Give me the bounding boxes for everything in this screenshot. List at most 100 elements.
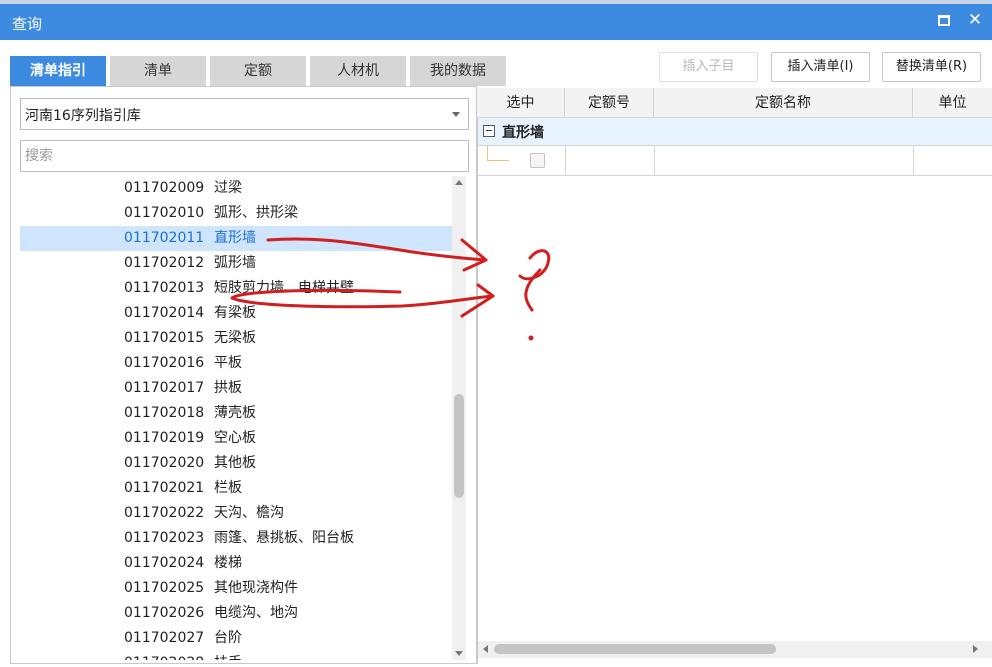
tree-item[interactable]: 011702019 空心板 bbox=[20, 426, 452, 451]
tree-item-name: 扶手 bbox=[214, 655, 242, 660]
grid-divider bbox=[913, 146, 914, 176]
tab-my-data[interactable]: 我的数据 bbox=[410, 56, 506, 86]
grid-divider bbox=[654, 146, 655, 176]
tree-item-name: 短肢剪力墙、电梯井壁 bbox=[214, 280, 354, 296]
grid-group-row[interactable]: 直形墙 bbox=[478, 118, 992, 146]
grid-divider bbox=[565, 146, 566, 176]
tree-item-code: 011702021 bbox=[124, 480, 205, 496]
window-titlebar: 查询 ✕ bbox=[0, 4, 992, 40]
tree-item-name: 弧形、拱形梁 bbox=[214, 205, 298, 221]
tab-labor-material-machine[interactable]: 人材机 bbox=[310, 56, 406, 86]
tree-item-code: 011702012 bbox=[124, 255, 205, 271]
column-header-quota-name[interactable]: 定额名称 bbox=[654, 88, 913, 118]
tree-item-code: 011702023 bbox=[124, 530, 205, 546]
tree-item-code: 011702028 bbox=[124, 651, 214, 660]
tree-item[interactable]: 011702026 电缆沟、地沟 bbox=[20, 601, 452, 626]
guide-tree: 011702009 过梁 011702010 弧形、拱形梁 011702011 直形墙 01… bbox=[20, 176, 452, 660]
tree-item[interactable]: 011702027 台阶 bbox=[20, 626, 452, 651]
column-header-unit[interactable]: 单位 bbox=[913, 88, 992, 118]
tree-item-name: 拱板 bbox=[214, 380, 242, 396]
tree-item-name: 空心板 bbox=[214, 430, 256, 446]
tree-item-name: 有梁板 bbox=[214, 305, 256, 321]
tree-item[interactable]: 011702020 其他板 bbox=[20, 451, 452, 476]
column-header-select[interactable]: 选中 bbox=[477, 88, 565, 118]
grid-header: 选中 定额号 定额名称 单位 bbox=[477, 88, 992, 118]
insert-list-button[interactable]: 插入清单(I) bbox=[771, 52, 870, 82]
close-icon[interactable]: ✕ bbox=[966, 11, 984, 29]
tree-item[interactable]: 011702028扶手 bbox=[20, 651, 452, 660]
scrollbar-thumb[interactable] bbox=[494, 644, 776, 654]
tree-item[interactable]: 011702021 栏板 bbox=[20, 476, 452, 501]
tree-item[interactable]: 011702012 弧形墙 bbox=[20, 251, 452, 276]
tree-item-code: 011702026 bbox=[124, 605, 205, 621]
scroll-up-icon[interactable] bbox=[455, 180, 463, 185]
replace-list-button[interactable]: 替换清单(R) bbox=[882, 52, 981, 82]
tree-item[interactable]: 011702015 无梁板 bbox=[20, 326, 452, 351]
row-select-checkbox[interactable] bbox=[530, 153, 545, 168]
tree-connector-line bbox=[487, 160, 509, 161]
insert-child-button[interactable]: 插入子目 bbox=[659, 52, 758, 82]
tree-item-name: 无梁板 bbox=[214, 330, 256, 346]
search-input[interactable] bbox=[20, 140, 469, 172]
scrollbar-thumb[interactable] bbox=[454, 394, 464, 498]
tree-item[interactable]: 011702014 有梁板 bbox=[20, 301, 452, 326]
tree-item-name: 平板 bbox=[214, 355, 242, 371]
tree-item[interactable]: 011702016 平板 bbox=[20, 351, 452, 376]
tree-item-name: 楼梯 bbox=[214, 555, 242, 571]
tree-item[interactable]: 011702023 雨篷、悬挑板、阳台板 bbox=[20, 526, 452, 551]
tree-item-name: 天沟、檐沟 bbox=[214, 505, 284, 521]
tab-list-guide[interactable]: 清单指引 bbox=[10, 56, 106, 86]
tree-item-code: 011702027 bbox=[124, 630, 205, 646]
tree-item-code: 011702024 bbox=[124, 555, 205, 571]
tree-item-code: 011702018 bbox=[124, 405, 205, 421]
tree-item-code: 011702014 bbox=[124, 305, 205, 321]
grid-horizontal-scrollbar[interactable] bbox=[478, 641, 992, 658]
tree-item-code: 011702015 bbox=[124, 330, 205, 346]
collapse-icon[interactable] bbox=[483, 125, 495, 137]
tree-item[interactable]: 011702022 天沟、檐沟 bbox=[20, 501, 452, 526]
tree-item[interactable]: 011702024 楼梯 bbox=[20, 551, 452, 576]
tree-item-name: 弧形墙 bbox=[214, 255, 256, 271]
scroll-right-icon[interactable] bbox=[973, 645, 978, 653]
tree-item-code: 011702017 bbox=[124, 380, 205, 396]
maximize-icon[interactable] bbox=[938, 15, 950, 26]
library-select-value: 河南16序列指引库 bbox=[25, 108, 141, 124]
tree-item-name: 其他板 bbox=[214, 455, 256, 471]
tree-item-code: 011702016 bbox=[124, 355, 205, 371]
tree-connector-line bbox=[487, 146, 488, 160]
library-select[interactable]: 河南16序列指引库 bbox=[20, 98, 469, 130]
window-title: 查询 bbox=[12, 15, 43, 33]
tree-item[interactable]: 011702025 其他现浇构件 bbox=[20, 576, 452, 601]
tree-item[interactable]: 011702018 薄壳板 bbox=[20, 401, 452, 426]
tree-item[interactable]: 011702009 过梁 bbox=[20, 176, 452, 201]
tree-vertical-scrollbar[interactable] bbox=[452, 176, 466, 660]
tree-item-code: 011702011 bbox=[124, 230, 205, 246]
tree-item-code: 011702019 bbox=[124, 430, 205, 446]
scroll-left-icon[interactable] bbox=[483, 645, 488, 653]
tab-quota[interactable]: 定额 bbox=[210, 56, 306, 86]
tree-item-code: 011702025 bbox=[124, 580, 205, 596]
tree-item-code: 011702022 bbox=[124, 505, 205, 521]
tree-item-code: 011702010 bbox=[124, 205, 205, 221]
scroll-down-icon[interactable] bbox=[455, 651, 463, 656]
tree-item[interactable]: 011702017 拱板 bbox=[20, 376, 452, 401]
tree-item-name: 雨篷、悬挑板、阳台板 bbox=[214, 530, 354, 546]
tree-item-name: 栏板 bbox=[214, 480, 242, 496]
chevron-down-icon bbox=[452, 112, 460, 117]
tree-item-name: 台阶 bbox=[214, 630, 242, 646]
column-header-quota-code[interactable]: 定额号 bbox=[565, 88, 654, 118]
tree-item-name: 电缆沟、地沟 bbox=[214, 605, 298, 621]
tree-item-name: 过梁 bbox=[214, 180, 242, 196]
tree-item-name: 薄壳板 bbox=[214, 405, 256, 421]
tree-item[interactable]: 011702013 短肢剪力墙、电梯井壁 bbox=[20, 276, 452, 301]
tree-item-code: 011702013 bbox=[124, 280, 205, 296]
tree-item-name: 其他现浇构件 bbox=[214, 580, 298, 596]
tree-item[interactable]: 011702010 弧形、拱形梁 bbox=[20, 201, 452, 226]
tree-item-code: 011702009 bbox=[124, 180, 205, 196]
tab-list[interactable]: 清单 bbox=[110, 56, 206, 86]
tree-item-code: 011702020 bbox=[124, 455, 205, 471]
group-label: 直形墙 bbox=[502, 125, 544, 141]
table-row[interactable] bbox=[478, 146, 992, 176]
tree-item[interactable]: 011702011 直形墙 bbox=[20, 226, 452, 251]
tree-item-name: 直形墙 bbox=[214, 230, 256, 246]
